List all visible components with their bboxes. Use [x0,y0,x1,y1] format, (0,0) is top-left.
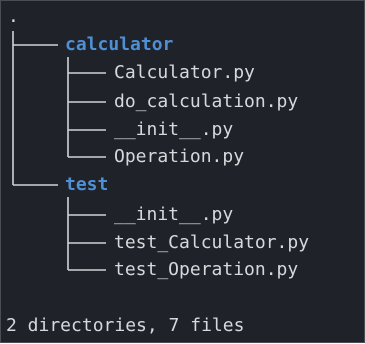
file-do-calculation-py: do_calculation.py [114,91,299,112]
file-test-calculator-py: test_Calculator.py [114,232,310,253]
file-operation-py: Operation.py [114,146,245,167]
tree-root: . [8,6,19,27]
file-test-init-py: __init__.py [114,204,234,225]
file-test-operation-py: test_Operation.py [114,259,299,280]
file-init-py: __init__.py [114,119,234,140]
directory-test: test [65,174,109,195]
file-calculator-py: Calculator.py [114,62,255,83]
terminal-window: . calculator Calculator.py do_calculatio… [0,0,365,343]
tree-connector-lines [12,31,106,271]
tree-summary: 2 directories, 7 files [6,315,245,336]
directory-calculator: calculator [65,34,174,55]
